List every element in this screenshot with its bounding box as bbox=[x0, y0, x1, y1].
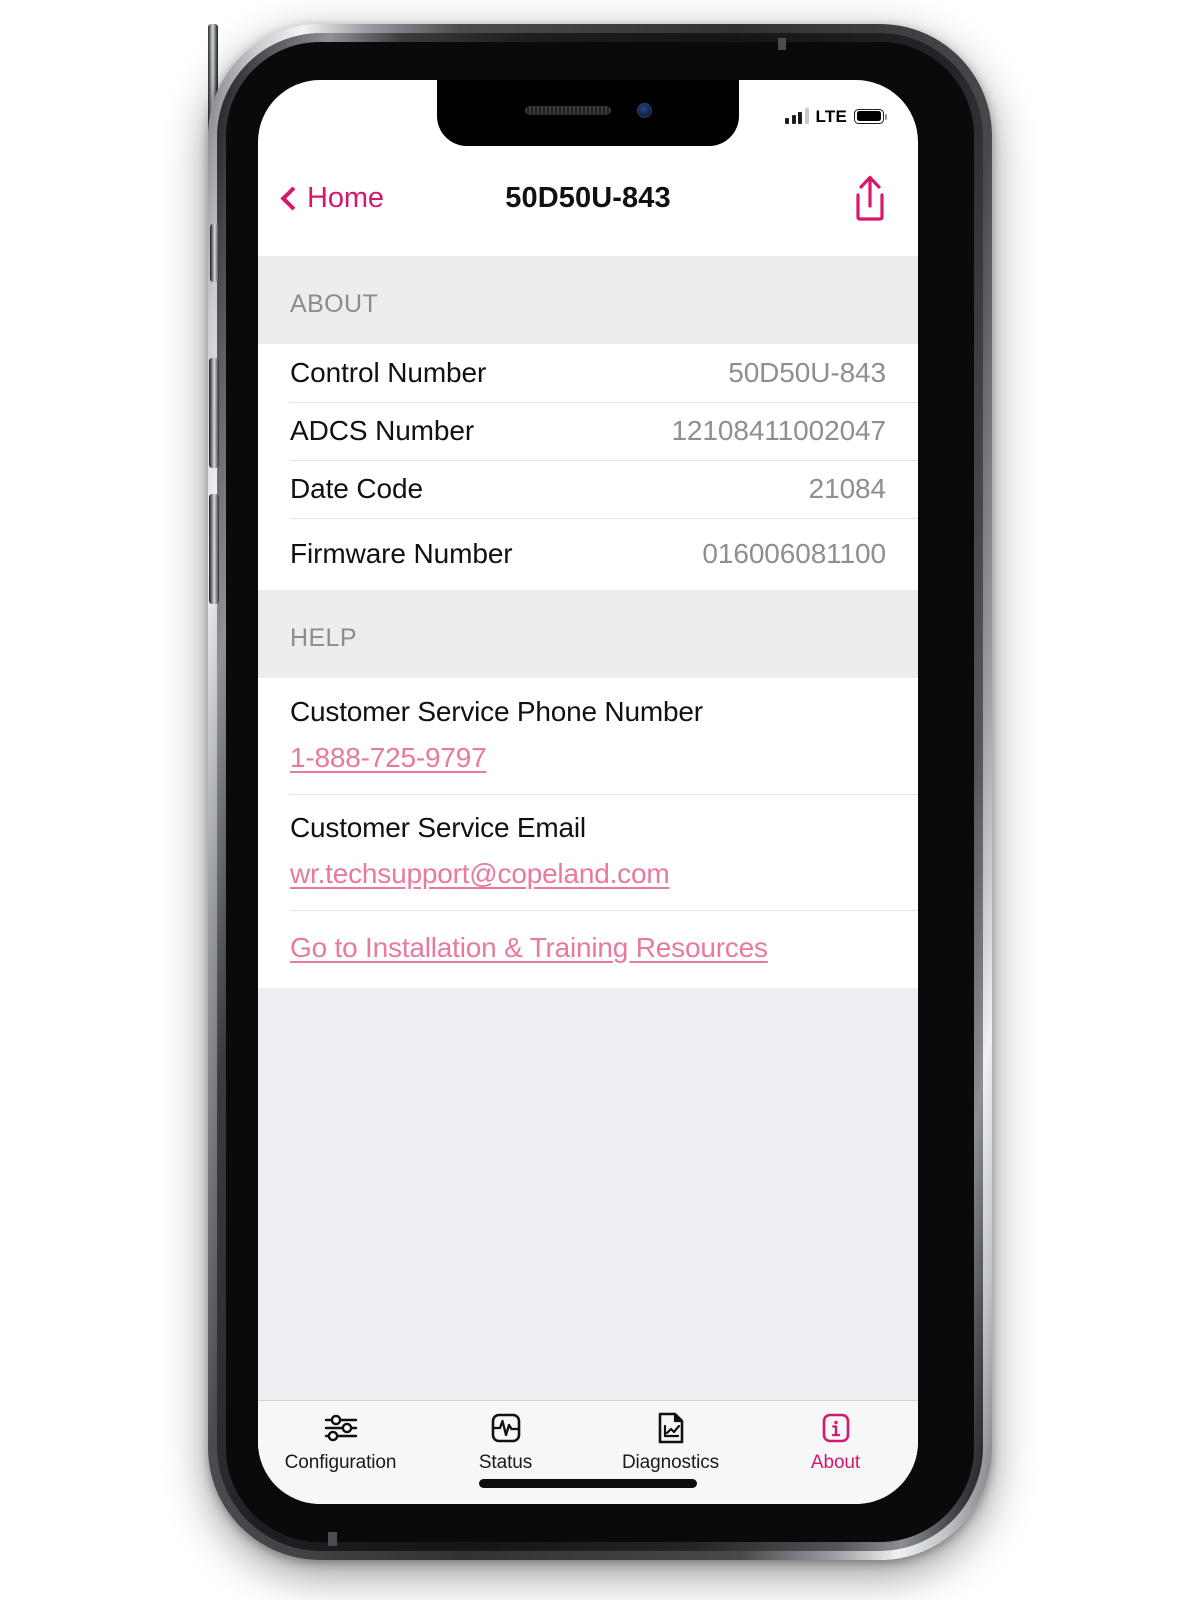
row-label: Control Number bbox=[290, 357, 487, 388]
row-value: 21084 bbox=[808, 473, 886, 504]
tab-label: About bbox=[810, 1452, 861, 1473]
phone-screen: LTE Home 50D50U-843 ABOUT Control Number… bbox=[258, 80, 918, 1504]
share-button[interactable] bbox=[848, 173, 892, 223]
row-label: Firmware Number bbox=[290, 538, 513, 569]
status-bar-right: LTE bbox=[785, 106, 888, 126]
tab-configuration[interactable]: Configuration bbox=[258, 1411, 423, 1474]
navigation-bar: Home 50D50U-843 bbox=[258, 140, 918, 256]
row-value: 12108411002047 bbox=[671, 415, 886, 446]
back-button[interactable]: Home bbox=[280, 181, 384, 215]
content-area: ABOUT Control Number 50D50U-843 ADCS Num… bbox=[258, 256, 918, 1400]
signal-strength-icon bbox=[785, 108, 809, 124]
share-icon bbox=[856, 175, 884, 221]
back-button-label: Home bbox=[307, 181, 384, 214]
antenna-line-top bbox=[778, 38, 786, 50]
chevron-left-icon bbox=[280, 186, 305, 211]
sliders-icon bbox=[323, 1411, 359, 1445]
row-value: 016006081100 bbox=[702, 538, 886, 569]
row-label: Date Code bbox=[290, 473, 423, 504]
table-row[interactable]: ADCS Number 12108411002047 bbox=[258, 402, 918, 460]
tab-about[interactable]: About bbox=[753, 1411, 918, 1474]
section-header-about: ABOUT bbox=[258, 256, 918, 344]
help-row-resources: Go to Installation & Training Resources bbox=[258, 910, 918, 988]
network-type-label: LTE bbox=[815, 106, 847, 126]
help-row-phone: Customer Service Phone Number 1-888-725-… bbox=[258, 678, 918, 794]
row-value: 50D50U-843 bbox=[728, 357, 886, 388]
battery-icon bbox=[854, 108, 888, 124]
tab-label: Configuration bbox=[284, 1452, 397, 1473]
help-row-email: Customer Service Email wr.techsupport@co… bbox=[258, 794, 918, 910]
antenna-line-bottom bbox=[328, 1532, 337, 1546]
volume-up-button[interactable] bbox=[209, 358, 219, 468]
tab-diagnostics[interactable]: Diagnostics bbox=[588, 1411, 753, 1474]
home-indicator[interactable] bbox=[479, 1479, 697, 1488]
mute-switch[interactable] bbox=[210, 224, 219, 282]
status-bar: LTE bbox=[258, 80, 918, 140]
help-list: Customer Service Phone Number 1-888-725-… bbox=[258, 678, 918, 988]
table-row[interactable]: Control Number 50D50U-843 bbox=[258, 344, 918, 402]
tab-status[interactable]: Status bbox=[423, 1411, 588, 1474]
info-icon bbox=[820, 1411, 852, 1445]
help-label: Customer Service Email bbox=[290, 812, 586, 843]
row-label: ADCS Number bbox=[290, 415, 475, 446]
email-link[interactable]: wr.techsupport@copeland.com bbox=[290, 858, 670, 890]
phone-number-link[interactable]: 1-888-725-9797 bbox=[290, 742, 487, 774]
chart-document-icon bbox=[656, 1411, 686, 1445]
resources-link[interactable]: Go to Installation & Training Resources bbox=[290, 932, 768, 964]
tab-label: Diagnostics bbox=[621, 1452, 720, 1473]
table-row[interactable]: Firmware Number 016006081100 bbox=[258, 518, 918, 590]
pulse-icon bbox=[490, 1411, 522, 1445]
section-header-help: HELP bbox=[258, 590, 918, 678]
help-label: Customer Service Phone Number bbox=[290, 696, 703, 727]
table-row[interactable]: Date Code 21084 bbox=[258, 460, 918, 518]
about-list: Control Number 50D50U-843 ADCS Number 12… bbox=[258, 344, 918, 590]
phone-device: LTE Home 50D50U-843 ABOUT Control Number… bbox=[208, 24, 992, 1560]
tab-bar: Configuration Status Diagnostics About bbox=[258, 1400, 918, 1504]
volume-down-button[interactable] bbox=[209, 494, 219, 604]
tab-label: Status bbox=[478, 1452, 533, 1473]
